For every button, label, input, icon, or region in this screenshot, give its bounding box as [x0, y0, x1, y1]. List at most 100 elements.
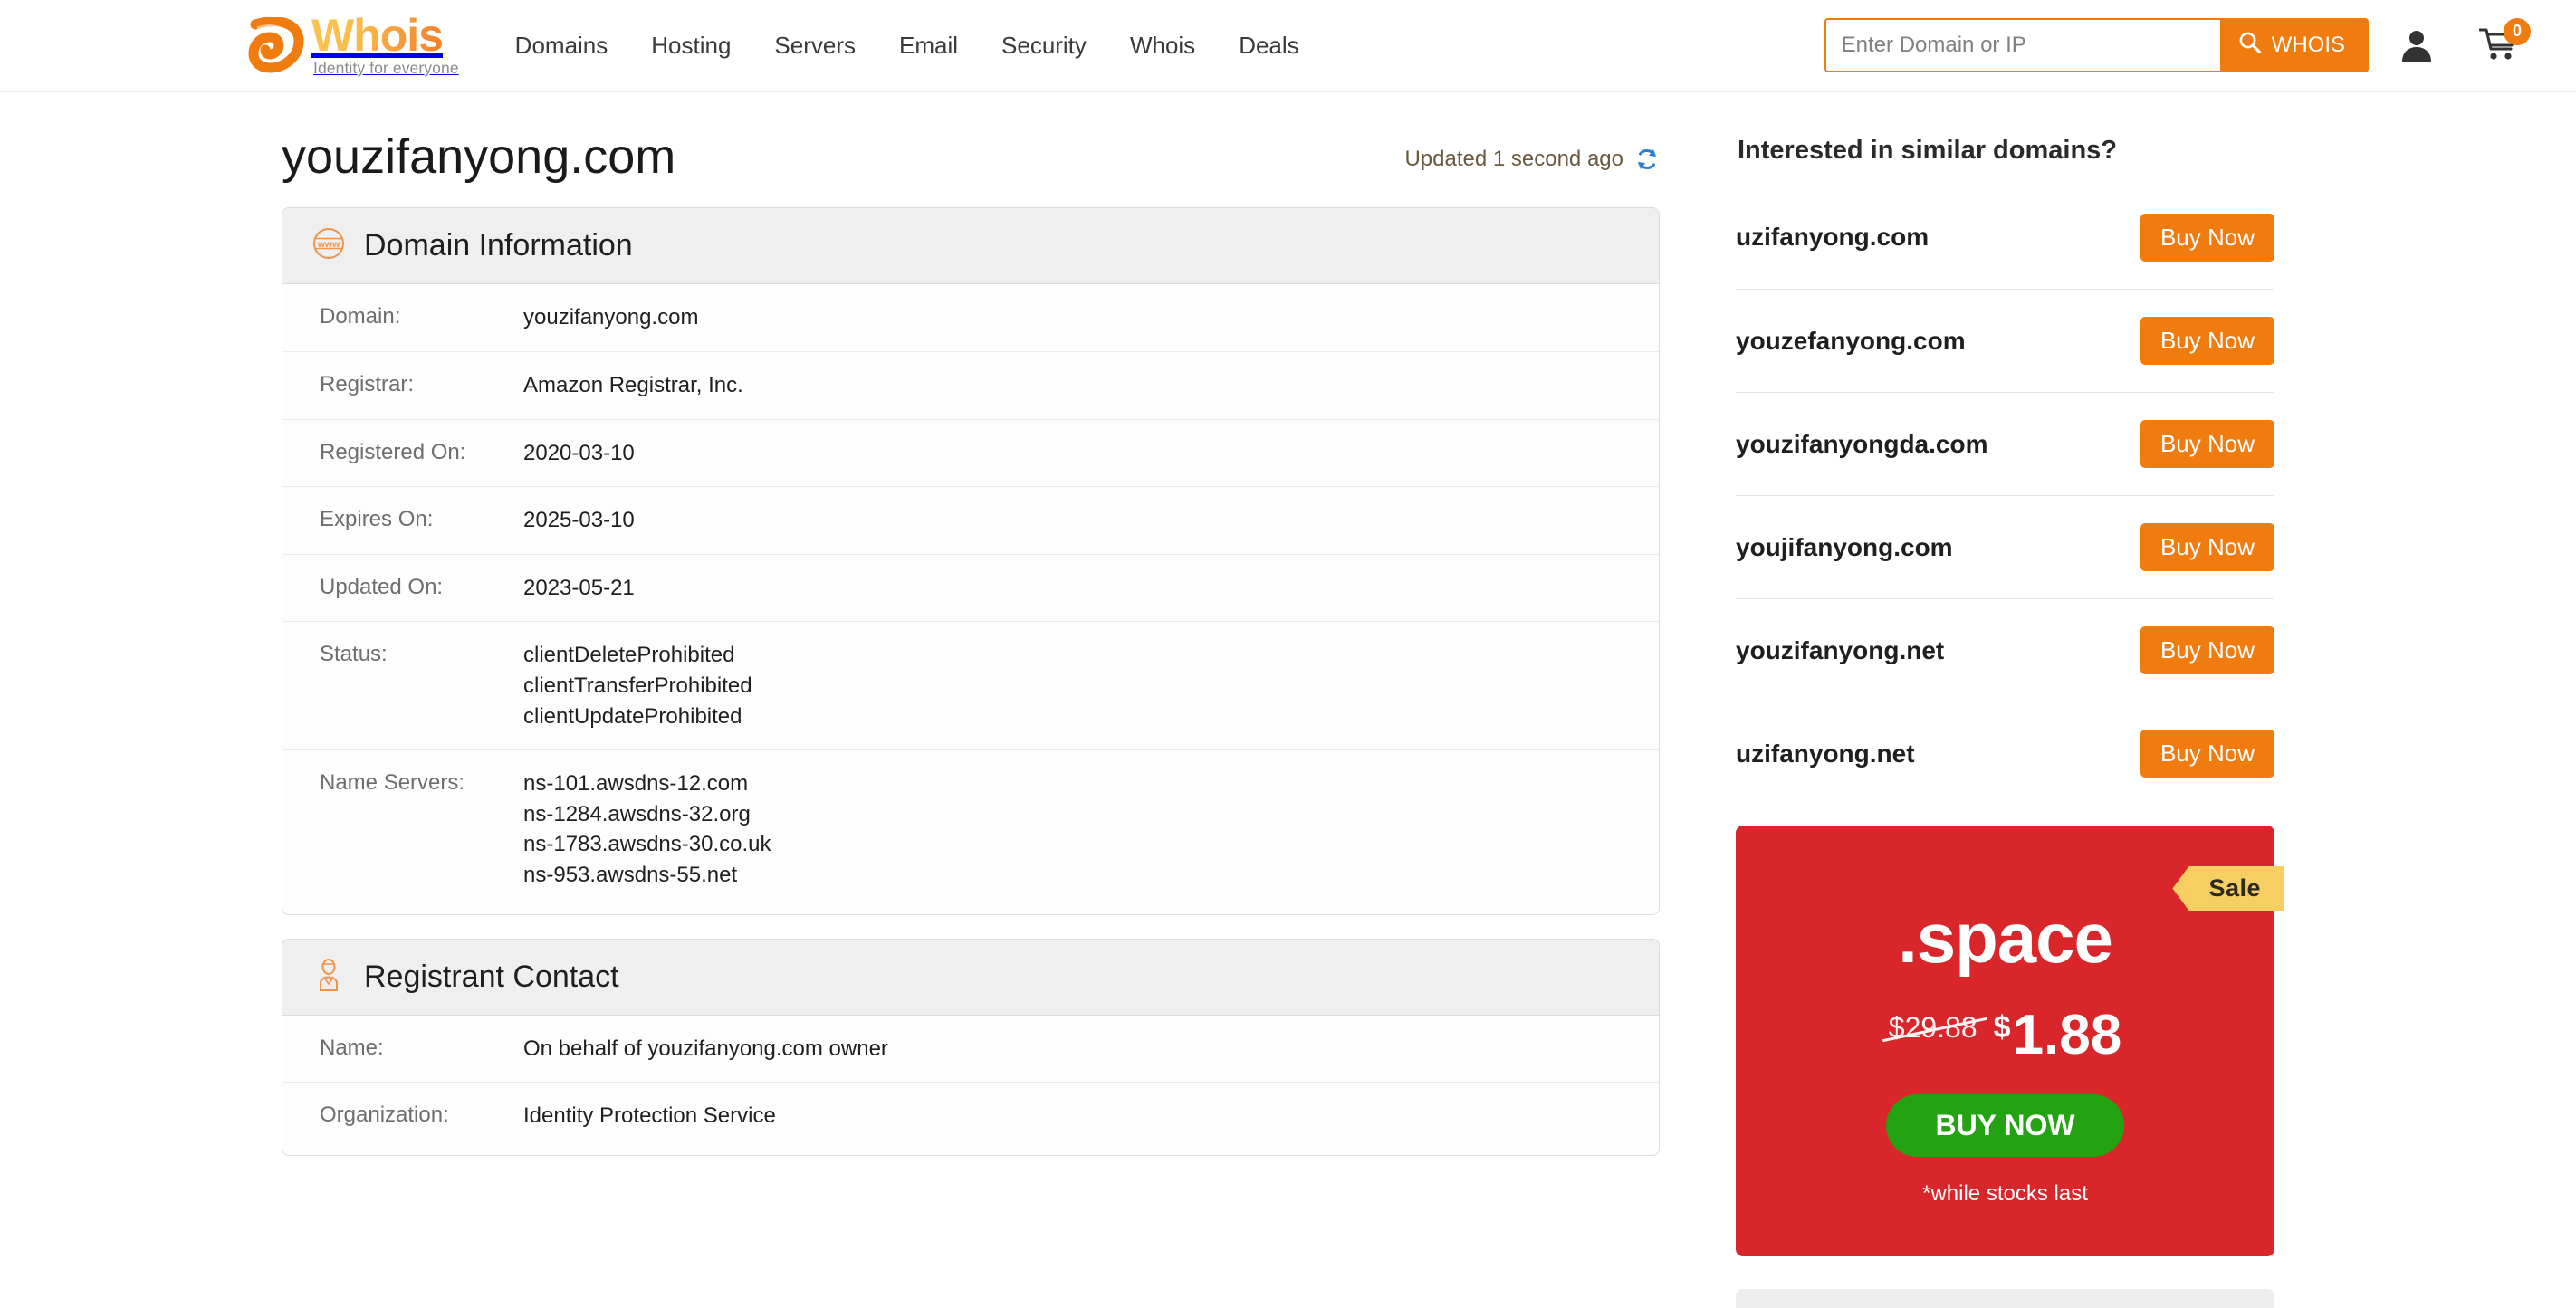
row-value: clientDeleteProhibited clientTransferPro…	[523, 640, 752, 731]
table-row: Registered On: 2020-03-10	[282, 420, 1659, 488]
row-value-line: Amazon Registrar, Inc.	[523, 372, 743, 397]
similar-domain-name[interactable]: uzifanyong.net	[1736, 740, 1915, 769]
table-row: Organization: Identity Protection Servic…	[282, 1083, 1659, 1150]
row-value: On behalf of youzifanyong.com owner	[523, 1034, 888, 1065]
row-value: 2023-05-21	[523, 573, 635, 604]
row-value-line: ns-953.awsdns-55.net	[523, 862, 738, 887]
buy-now-button[interactable]: Buy Now	[2140, 317, 2274, 365]
card-body: Domain: youzifanyong.com Registrar: Amaz…	[282, 284, 1659, 913]
promo-currency-symbol: $	[1993, 1010, 2011, 1045]
list-item: youzefanyong.com Buy Now	[1736, 289, 2274, 392]
nav-item-deals[interactable]: Deals	[1217, 23, 1320, 69]
sale-ribbon-badge: Sale	[2172, 866, 2284, 911]
site-header: Whois Identity for everyone Domains Host…	[0, 0, 2576, 92]
main-navigation: Domains Hosting Servers Email Security W…	[493, 23, 1321, 69]
table-row: Status: clientDeleteProhibited clientTra…	[282, 622, 1659, 751]
similar-domain-name[interactable]: youzifanyongda.com	[1736, 430, 1987, 459]
promo-disclaimer: *while stocks last	[1922, 1181, 2088, 1206]
card-body: Name: On behalf of youzifanyong.com owne…	[282, 1016, 1659, 1155]
search-icon	[2238, 31, 2262, 61]
similar-domain-name[interactable]: youzifanyong.net	[1736, 636, 1944, 665]
row-value-line: On behalf of youzifanyong.com owner	[523, 1036, 888, 1061]
row-value-line: 2023-05-21	[523, 575, 635, 600]
page-body: youzifanyong.com Updated 1 second ago ww…	[0, 92, 2576, 1308]
sidebar: Interested in similar domains? uzifanyon…	[1695, 92, 2284, 1308]
row-value-line: 2025-03-10	[523, 508, 635, 533]
buy-now-button[interactable]: Buy Now	[2140, 626, 2274, 674]
list-item: youzifanyong.net Buy Now	[1736, 598, 2274, 702]
buy-now-button[interactable]: Buy Now	[2140, 730, 2274, 778]
updated-text: Updated 1 second ago	[1404, 147, 1623, 172]
www-globe-icon: www	[311, 226, 346, 265]
cart-count-badge: 0	[2504, 17, 2531, 45]
registrant-person-icon	[311, 958, 346, 997]
row-label: Status:	[320, 642, 388, 667]
row-value-line: youzifanyong.com	[523, 305, 699, 330]
row-label: Registered On:	[320, 439, 466, 464]
nav-item-email[interactable]: Email	[877, 23, 980, 69]
row-label: Updated On:	[320, 574, 444, 599]
page-title: youzifanyong.com	[282, 129, 676, 184]
buy-now-button[interactable]: Buy Now	[2140, 420, 2274, 468]
nav-item-security[interactable]: Security	[980, 23, 1108, 69]
list-item: uzifanyong.net Buy Now	[1736, 702, 2274, 805]
list-item: youjifanyong.com Buy Now	[1736, 495, 2274, 598]
account-button[interactable]	[2399, 27, 2434, 64]
row-value-line: clientUpdateProhibited	[523, 703, 742, 729]
nav-item-hosting[interactable]: Hosting	[629, 23, 752, 69]
row-value-line: ns-101.awsdns-12.com	[523, 771, 749, 797]
row-value: Amazon Registrar, Inc.	[523, 370, 743, 401]
search-input[interactable]	[1824, 18, 2220, 72]
row-label: Organization:	[320, 1103, 449, 1128]
whois-search-button-label: WHOIS	[2271, 33, 2345, 57]
row-label: Domain:	[320, 304, 401, 329]
promo-old-price: $29.88	[1888, 1011, 1977, 1044]
table-row: Domain: youzifanyong.com	[282, 284, 1659, 352]
refresh-icon[interactable]	[1633, 146, 1661, 173]
card-header: Registrant Contact	[282, 939, 1659, 1016]
next-panel-placeholder	[1736, 1289, 2274, 1308]
row-value-line: Identity Protection Service	[523, 1103, 776, 1129]
whois-swoosh-icon	[246, 16, 306, 73]
main-content: youzifanyong.com Updated 1 second ago ww…	[246, 92, 1695, 1308]
promo-buy-now-button[interactable]: BUY NOW	[1886, 1094, 2124, 1157]
buy-now-button[interactable]: Buy Now	[2140, 213, 2274, 262]
row-value-line: ns-1284.awsdns-32.org	[523, 801, 751, 826]
row-value-line: ns-1783.awsdns-30.co.uk	[523, 832, 771, 857]
updated-status: Updated 1 second ago	[1404, 146, 1661, 184]
similar-domain-name[interactable]: uzifanyong.com	[1736, 223, 1929, 252]
similar-domain-name[interactable]: youzefanyong.com	[1736, 327, 1966, 356]
row-value: ns-101.awsdns-12.com ns-1284.awsdns-32.o…	[523, 769, 771, 890]
nav-item-servers[interactable]: Servers	[752, 23, 877, 69]
table-row: Name Servers: ns-101.awsdns-12.com ns-12…	[282, 750, 1659, 908]
site-logo[interactable]: Whois Identity for everyone	[246, 0, 459, 91]
row-value: 2020-03-10	[523, 438, 635, 469]
promo-banner[interactable]: Sale .space $29.88 $1.88 BUY NOW *while …	[1736, 826, 2284, 1256]
table-row: Updated On: 2023-05-21	[282, 555, 1659, 623]
card-header: www Domain Information	[282, 208, 1659, 285]
row-label: Expires On:	[320, 507, 434, 532]
whois-search-form: WHOIS	[1824, 18, 2369, 72]
row-value: Identity Protection Service	[523, 1101, 776, 1131]
row-label: Name:	[320, 1035, 384, 1060]
whois-search-button[interactable]: WHOIS	[2219, 18, 2369, 72]
similar-domain-name[interactable]: youjifanyong.com	[1736, 533, 1953, 562]
buy-now-button[interactable]: Buy Now	[2140, 523, 2274, 571]
table-row: Name: On behalf of youzifanyong.com owne…	[282, 1016, 1659, 1084]
domain-information-card: www Domain Information Domain: youzifany…	[282, 207, 1660, 915]
nav-item-domains[interactable]: Domains	[493, 23, 630, 69]
card-title: Domain Information	[364, 228, 633, 263]
nav-item-whois[interactable]: Whois	[1108, 23, 1217, 69]
similar-domains-heading: Interested in similar domains?	[1738, 136, 2117, 165]
user-icon	[2399, 27, 2434, 64]
row-value-line: clientDeleteProhibited	[523, 643, 735, 668]
list-item: youzifanyongda.com Buy Now	[1736, 392, 2274, 495]
row-value: 2025-03-10	[523, 505, 635, 536]
row-value-line: 2020-03-10	[523, 440, 635, 465]
promo-new-price: $1.88	[1994, 1007, 2122, 1064]
cart-button[interactable]: 0	[2478, 17, 2531, 64]
row-label: Name Servers:	[320, 770, 465, 796]
page-title-row: youzifanyong.com Updated 1 second ago	[246, 92, 1695, 184]
header-actions: WHOIS 0	[1824, 0, 2576, 91]
card-title: Registrant Contact	[364, 959, 619, 994]
